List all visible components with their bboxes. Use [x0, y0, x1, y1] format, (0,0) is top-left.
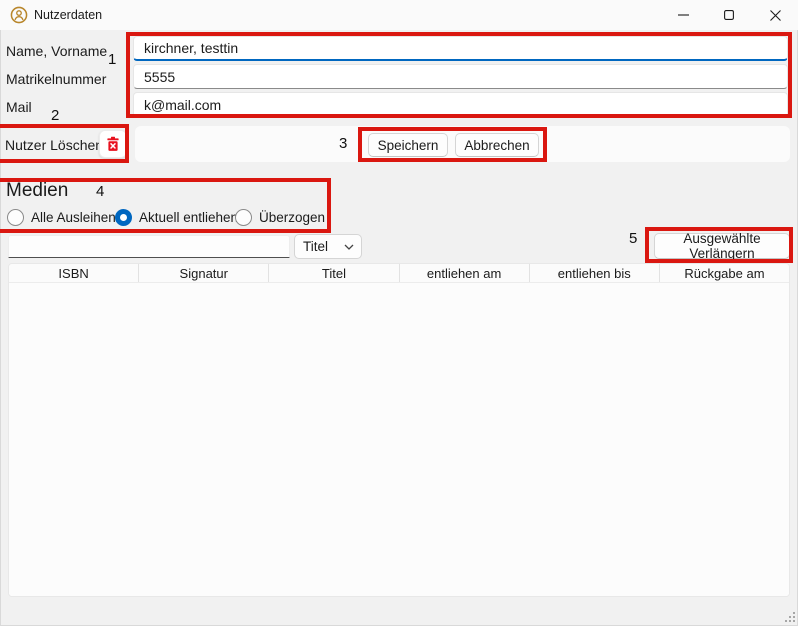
mail-input[interactable]: [133, 92, 788, 117]
media-table: ISBN Signatur Titel entliehen am entlieh…: [8, 263, 790, 597]
table-body-empty: [9, 283, 789, 596]
chevron-down-icon: [344, 244, 354, 250]
maximize-icon: [724, 10, 734, 20]
table-header-row: ISBN Signatur Titel entliehen am entlieh…: [9, 264, 789, 283]
annotation-number-1: 1: [108, 51, 116, 68]
maximize-button[interactable]: [706, 0, 752, 30]
annotation-number-2: 2: [51, 107, 59, 124]
radio-aktuell-entliehen[interactable]: Aktuell entliehen: [115, 207, 238, 227]
column-header-rueckgabe-am[interactable]: Rückgabe am: [659, 264, 789, 282]
annotation-number-4: 4: [96, 183, 104, 200]
column-header-titel[interactable]: Titel: [268, 264, 398, 282]
name-label: Name, Vorname: [6, 44, 107, 58]
resize-grip[interactable]: [783, 610, 795, 622]
radio-label: Überzogen: [259, 210, 325, 225]
radio-circle-icon: [235, 209, 252, 226]
extend-selected-button[interactable]: Ausgewählte Verlängern: [654, 233, 790, 259]
radio-circle-icon: [7, 209, 24, 226]
name-input[interactable]: [133, 36, 788, 61]
radio-alle-ausleihen[interactable]: Alle Ausleihen: [7, 207, 116, 227]
radio-label: Aktuell entliehen: [139, 210, 238, 225]
medien-heading: Medien: [6, 180, 68, 202]
mail-label: Mail: [6, 100, 32, 114]
minimize-button[interactable]: [660, 0, 706, 30]
titlebar: Nutzerdaten: [0, 0, 798, 30]
matrikelnummer-input[interactable]: [133, 64, 788, 89]
matrikelnummer-label: Matrikelnummer: [6, 72, 106, 86]
media-search-input[interactable]: [8, 235, 290, 258]
close-button[interactable]: [752, 0, 798, 30]
radio-ueberzogen[interactable]: Überzogen: [235, 207, 325, 227]
column-header-isbn[interactable]: ISBN: [9, 264, 138, 282]
window-title: Nutzerdaten: [34, 8, 102, 22]
column-header-entliehen-am[interactable]: entliehen am: [399, 264, 529, 282]
column-header-entliehen-bis[interactable]: entliehen bis: [529, 264, 659, 282]
nutzerdaten-window: Nutzerdaten Name, Vorname Matrikelnummer…: [0, 0, 798, 626]
delete-user-label: Nutzer Löschen: [5, 137, 103, 153]
radio-circle-selected-icon: [115, 209, 132, 226]
filter-dropdown-value: Titel: [303, 239, 328, 254]
delete-user-button[interactable]: [99, 130, 127, 158]
radio-label: Alle Ausleihen: [31, 210, 116, 225]
column-header-signatur[interactable]: Signatur: [138, 264, 268, 282]
annotation-number-5: 5: [629, 230, 637, 247]
filter-dropdown[interactable]: Titel: [294, 234, 362, 259]
save-button[interactable]: Speichern: [368, 133, 448, 157]
minimize-icon: [678, 14, 689, 16]
cancel-button[interactable]: Abbrechen: [455, 133, 539, 157]
user-app-icon: [10, 6, 28, 24]
trash-x-icon: [105, 136, 121, 152]
close-icon: [770, 10, 781, 21]
